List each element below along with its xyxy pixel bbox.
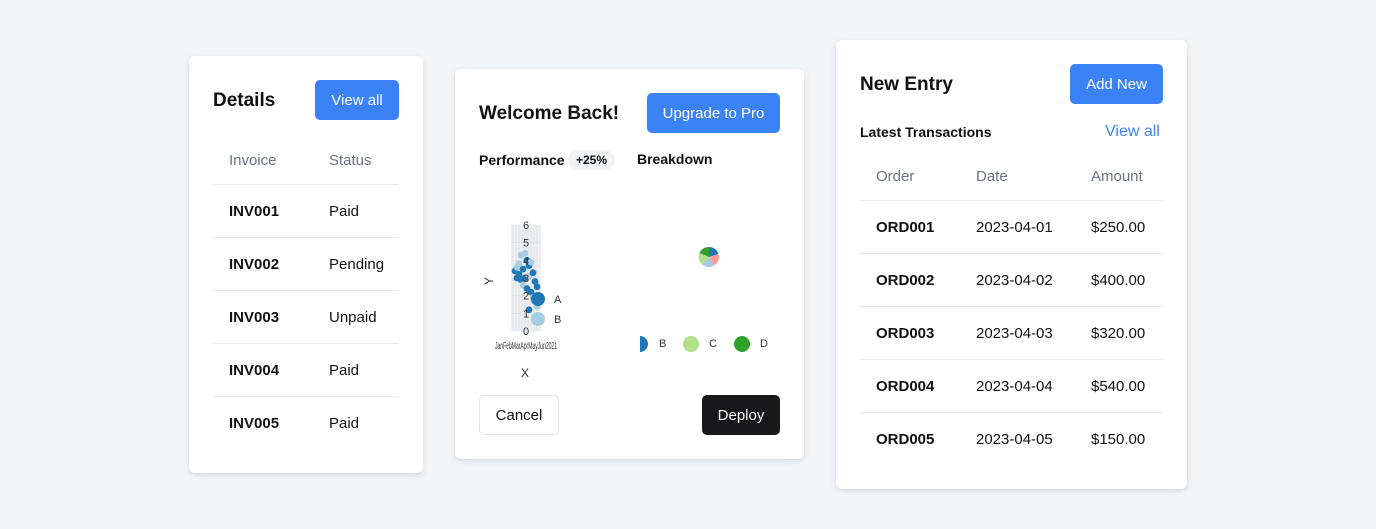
y-tick-label: 0: [523, 326, 529, 338]
y-tick-label: 5: [523, 238, 529, 250]
date-cell: 2023-04-03: [976, 325, 1053, 342]
scatter-point-a: [513, 274, 521, 282]
status-cell: Paid: [329, 415, 360, 432]
x-tick-labels: JanFebMarAprMayJun2021: [495, 341, 557, 352]
column-header-invoice: Invoice: [229, 152, 277, 169]
divider: [213, 184, 399, 185]
y-tick-label: 2: [523, 291, 529, 303]
divider: [860, 412, 1163, 413]
amount-cell: $150.00: [1091, 431, 1146, 448]
x-axis-label: X: [521, 366, 529, 380]
details-title: Details: [213, 90, 276, 111]
amount-cell: $250.00: [1091, 219, 1146, 236]
transactions-subtitle: Latest Transactions: [860, 124, 992, 140]
scatter-point-b: [515, 260, 523, 268]
status-cell: Paid: [329, 362, 360, 379]
divider: [213, 396, 399, 397]
y-tick-label: 6: [523, 220, 529, 232]
date-cell: 2023-04-02: [976, 272, 1053, 289]
order-cell: ORD004: [876, 378, 935, 395]
performance-badge: +25%: [568, 150, 616, 170]
y-tick-label: 1: [523, 308, 529, 320]
date-cell: 2023-04-04: [976, 378, 1053, 395]
order-cell: ORD002: [876, 272, 935, 289]
y-tick-label: 4: [523, 255, 529, 267]
amount-cell: $320.00: [1091, 325, 1146, 342]
divider: [213, 343, 399, 344]
new-entry-card: New Entry Add New Latest Transactions Vi…: [836, 40, 1187, 489]
order-cell: ORD003: [876, 325, 935, 342]
y-axis-ticks: 0 1 2 3 4 5 6: [523, 220, 529, 338]
scatter-point-a: [529, 269, 537, 277]
performance-chart: 0 1 2 3 4 5 6 JanFebMarAprMayJun2021 X Y A B: [482, 220, 562, 380]
column-header-date: Date: [976, 168, 1008, 185]
status-cell: Paid: [329, 203, 360, 220]
amount-cell: $400.00: [1091, 272, 1146, 289]
view-all-button[interactable]: View all: [315, 80, 399, 120]
divider: [860, 200, 1163, 201]
upgrade-button[interactable]: Upgrade to Pro: [647, 93, 780, 133]
details-card: Details View all Invoice Status INV001 P…: [189, 56, 423, 473]
column-header-amount: Amount: [1091, 168, 1143, 185]
legend-label-a: A: [554, 294, 562, 306]
new-entry-title: New Entry: [860, 74, 953, 95]
performance-label: Performance: [479, 152, 565, 168]
legend-marker-b-pie: [640, 336, 648, 352]
invoice-cell: INV001: [229, 203, 280, 220]
legend-label-d: D: [760, 338, 768, 350]
breakdown-label: Breakdown: [637, 151, 713, 167]
legend-marker-d: [734, 336, 750, 352]
legend-marker-a: [531, 292, 545, 306]
welcome-title: Welcome Back!: [479, 103, 620, 124]
legend-marker-c: [683, 336, 699, 352]
amount-cell: $540.00: [1091, 378, 1146, 395]
invoice-cell: INV003: [229, 309, 280, 326]
breakdown-pie-chart: [698, 246, 719, 268]
status-cell: Unpaid: [329, 309, 377, 326]
divider: [860, 306, 1163, 307]
scatter-point-a: [533, 283, 541, 291]
invoice-cell: INV005: [229, 415, 280, 432]
divider: [213, 237, 399, 238]
add-new-button[interactable]: Add New: [1070, 64, 1163, 104]
date-cell: 2023-04-01: [976, 219, 1053, 236]
welcome-card: Welcome Back! Upgrade to Pro Performance…: [455, 69, 804, 459]
column-header-order: Order: [876, 168, 915, 185]
invoice-cell: INV002: [229, 256, 280, 273]
order-cell: ORD005: [876, 431, 935, 448]
date-cell: 2023-04-05: [976, 431, 1053, 448]
legend-marker-b: [531, 312, 545, 326]
legend-label-b: B: [659, 338, 667, 350]
invoice-cell: INV004: [229, 362, 280, 379]
column-header-status: Status: [329, 152, 372, 169]
view-all-link[interactable]: View all: [1105, 123, 1160, 141]
y-axis-label: Y: [482, 277, 496, 285]
divider: [860, 253, 1163, 254]
deploy-button[interactable]: Deploy: [702, 395, 780, 435]
status-cell: Pending: [329, 256, 385, 273]
y-tick-label: 3: [523, 273, 529, 285]
divider: [860, 359, 1163, 360]
cancel-button[interactable]: Cancel: [479, 395, 559, 435]
legend-label-b: B: [554, 314, 561, 326]
divider: [213, 290, 399, 291]
order-cell: ORD001: [876, 219, 935, 236]
legend-label-c: C: [709, 338, 717, 350]
